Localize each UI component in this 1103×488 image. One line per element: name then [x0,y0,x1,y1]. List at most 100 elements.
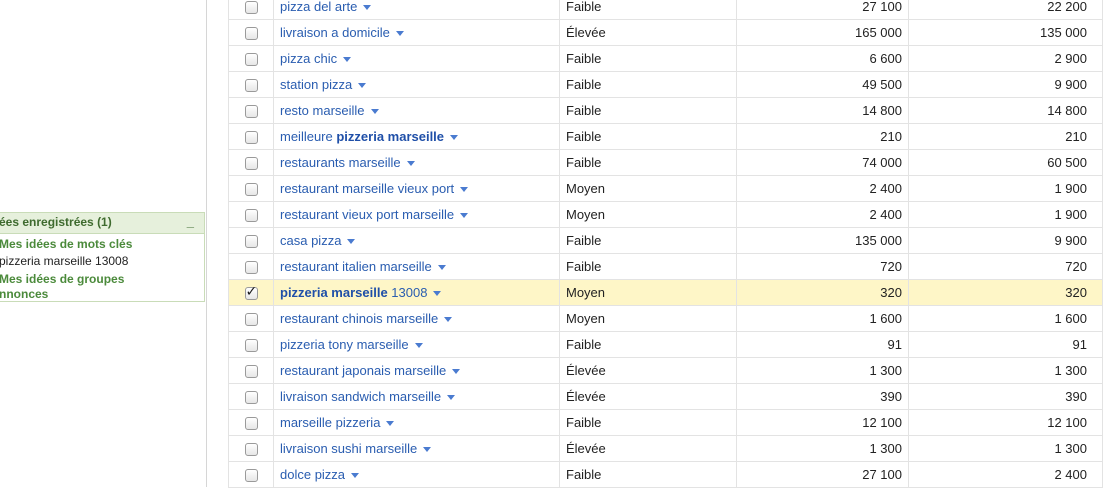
chevron-down-icon[interactable] [450,135,459,141]
global-searches-cell: 1 600 [736,305,909,332]
chevron-down-icon[interactable] [358,83,367,89]
saved-ideas-title: ées enregistrées (1) [0,215,112,229]
row-checkbox[interactable] [244,469,258,483]
row-checkbox[interactable] [244,183,258,197]
keyword-link[interactable]: restaurant italien marseille [280,259,432,274]
saved-ideas-box: ées enregistrées (1) _ Mes idées de mots… [0,212,205,302]
row-checkbox[interactable] [244,1,258,15]
keyword-link[interactable]: pizza chic [280,51,337,66]
global-searches-cell: 74 000 [736,149,909,176]
global-searches-cell: 6 600 [736,45,909,72]
row-checkbox[interactable] [244,365,258,379]
keyword-link[interactable]: meilleure pizzeria marseille [280,129,444,144]
keyword-link[interactable]: restaurant japonais marseille [280,363,446,378]
chevron-down-icon[interactable] [386,421,395,427]
keyword-link[interactable]: station pizza [280,77,352,92]
row-checkbox[interactable] [244,53,258,67]
table-row: restaurants marseille Faible 74 000 60 500 [228,149,1103,176]
table-row: meilleure pizzeria marseille Faible 210 210 [228,123,1103,150]
keyword-link[interactable]: livraison a domicile [280,25,390,40]
global-searches-cell: 165 000 [736,19,909,46]
keyword-link[interactable]: resto marseille [280,103,365,118]
keyword-cell: marseille pizzeria [273,409,560,436]
chevron-down-icon[interactable] [347,239,356,245]
chevron-down-icon[interactable] [363,5,372,11]
local-searches-cell: 9 900 [908,71,1103,98]
chevron-down-icon[interactable] [437,265,446,271]
local-searches-cell: 22 200 [908,0,1103,20]
keyword-link[interactable]: dolce pizza [280,467,345,482]
keyword-link[interactable]: livraison sandwich marseille [280,389,441,404]
keyword-link[interactable]: pizza del arte [280,0,357,14]
row-checkbox[interactable] [244,157,258,171]
competition-cell: Faible [559,253,737,280]
keyword-table-wrap: pizza del arte Faible 27 100 22 200 livraiso… [228,0,1103,488]
keyword-link[interactable]: restaurant marseille vieux port [280,181,454,196]
local-searches-cell: 91 [908,331,1103,358]
row-checkbox[interactable] [244,443,258,457]
ad-group-ideas-link[interactable]: Mes idées de groupes [0,272,124,286]
keyword-cell: restaurant vieux port marseille [273,201,560,228]
row-checkbox[interactable] [244,27,258,41]
row-checkbox[interactable] [244,105,258,119]
row-checkbox-cell [228,357,274,384]
table-row: pizzeria tony marseille Faible 91 91 [228,331,1103,358]
global-searches-cell: 91 [736,331,909,358]
row-checkbox[interactable] [244,131,258,145]
keyword-link[interactable]: casa pizza [280,233,341,248]
local-searches-cell: 720 [908,253,1103,280]
row-checkbox[interactable] [244,283,258,301]
keyword-link[interactable]: livraison sushi marseille [280,441,417,456]
row-checkbox[interactable] [244,313,258,327]
chevron-down-icon[interactable] [351,473,360,479]
competition-cell: Moyen [559,201,737,228]
competition-cell: Faible [559,149,737,176]
keyword-link[interactable]: restaurant chinois marseille [280,311,438,326]
chevron-down-icon[interactable] [460,187,469,193]
chevron-down-icon[interactable] [460,213,469,219]
global-searches-cell: 27 100 [736,0,909,20]
keyword-cell: restaurants marseille [273,149,560,176]
row-checkbox-cell [228,123,274,150]
ad-group-ideas-link-cont[interactable]: nnonces [0,287,48,301]
table-row: pizzeria marseille 13008Moyen320320 [228,279,1103,306]
local-searches-cell: 1 300 [908,357,1103,384]
chevron-down-icon[interactable] [370,109,379,115]
saved-keyword-item[interactable]: pizzeria marseille 13008 [0,254,128,268]
keyword-link[interactable]: pizzeria tony marseille [280,337,409,352]
keyword-cell: pizzeria marseille 13008 [273,279,560,306]
keyword-cell: pizzeria tony marseille [273,331,560,358]
chevron-down-icon[interactable] [447,395,456,401]
row-checkbox[interactable] [244,209,258,223]
chevron-down-icon[interactable] [452,369,461,375]
row-checkbox-cell [228,253,274,280]
keyword-link[interactable]: marseille pizzeria [280,415,380,430]
keyword-cell: dolce pizza [273,461,560,488]
chevron-down-icon[interactable] [343,57,352,63]
chevron-down-icon[interactable] [423,447,432,453]
chevron-down-icon[interactable] [444,317,453,323]
table-row: restaurant vieux port marseille Moyen 2 40… [228,201,1103,228]
keyword-link[interactable]: restaurants marseille [280,155,401,170]
local-searches-cell: 14 800 [908,97,1103,124]
minimize-button[interactable]: _ [187,214,194,229]
keyword-link[interactable]: restaurant vieux port marseille [280,207,454,222]
table-row: pizza del arte Faible 27 100 22 200 [228,0,1103,20]
row-checkbox[interactable] [244,339,258,353]
chevron-down-icon[interactable] [433,291,442,297]
keyword-link[interactable]: pizzeria marseille 13008 [280,285,427,300]
keyword-cell: livraison sandwich marseille [273,383,560,410]
chevron-down-icon[interactable] [395,31,404,37]
row-checkbox[interactable] [244,261,258,275]
chevron-down-icon[interactable] [406,161,415,167]
row-checkbox[interactable] [244,79,258,93]
keyword-ideas-link[interactable]: Mes idées de mots clés [0,237,132,251]
row-checkbox-cell [228,149,274,176]
keyword-cell: livraison a domicile [273,19,560,46]
chevron-down-icon[interactable] [414,343,423,349]
competition-cell: Élevée [559,357,737,384]
global-searches-cell: 14 800 [736,97,909,124]
row-checkbox[interactable] [244,391,258,405]
row-checkbox[interactable] [244,417,258,431]
row-checkbox[interactable] [244,235,258,249]
